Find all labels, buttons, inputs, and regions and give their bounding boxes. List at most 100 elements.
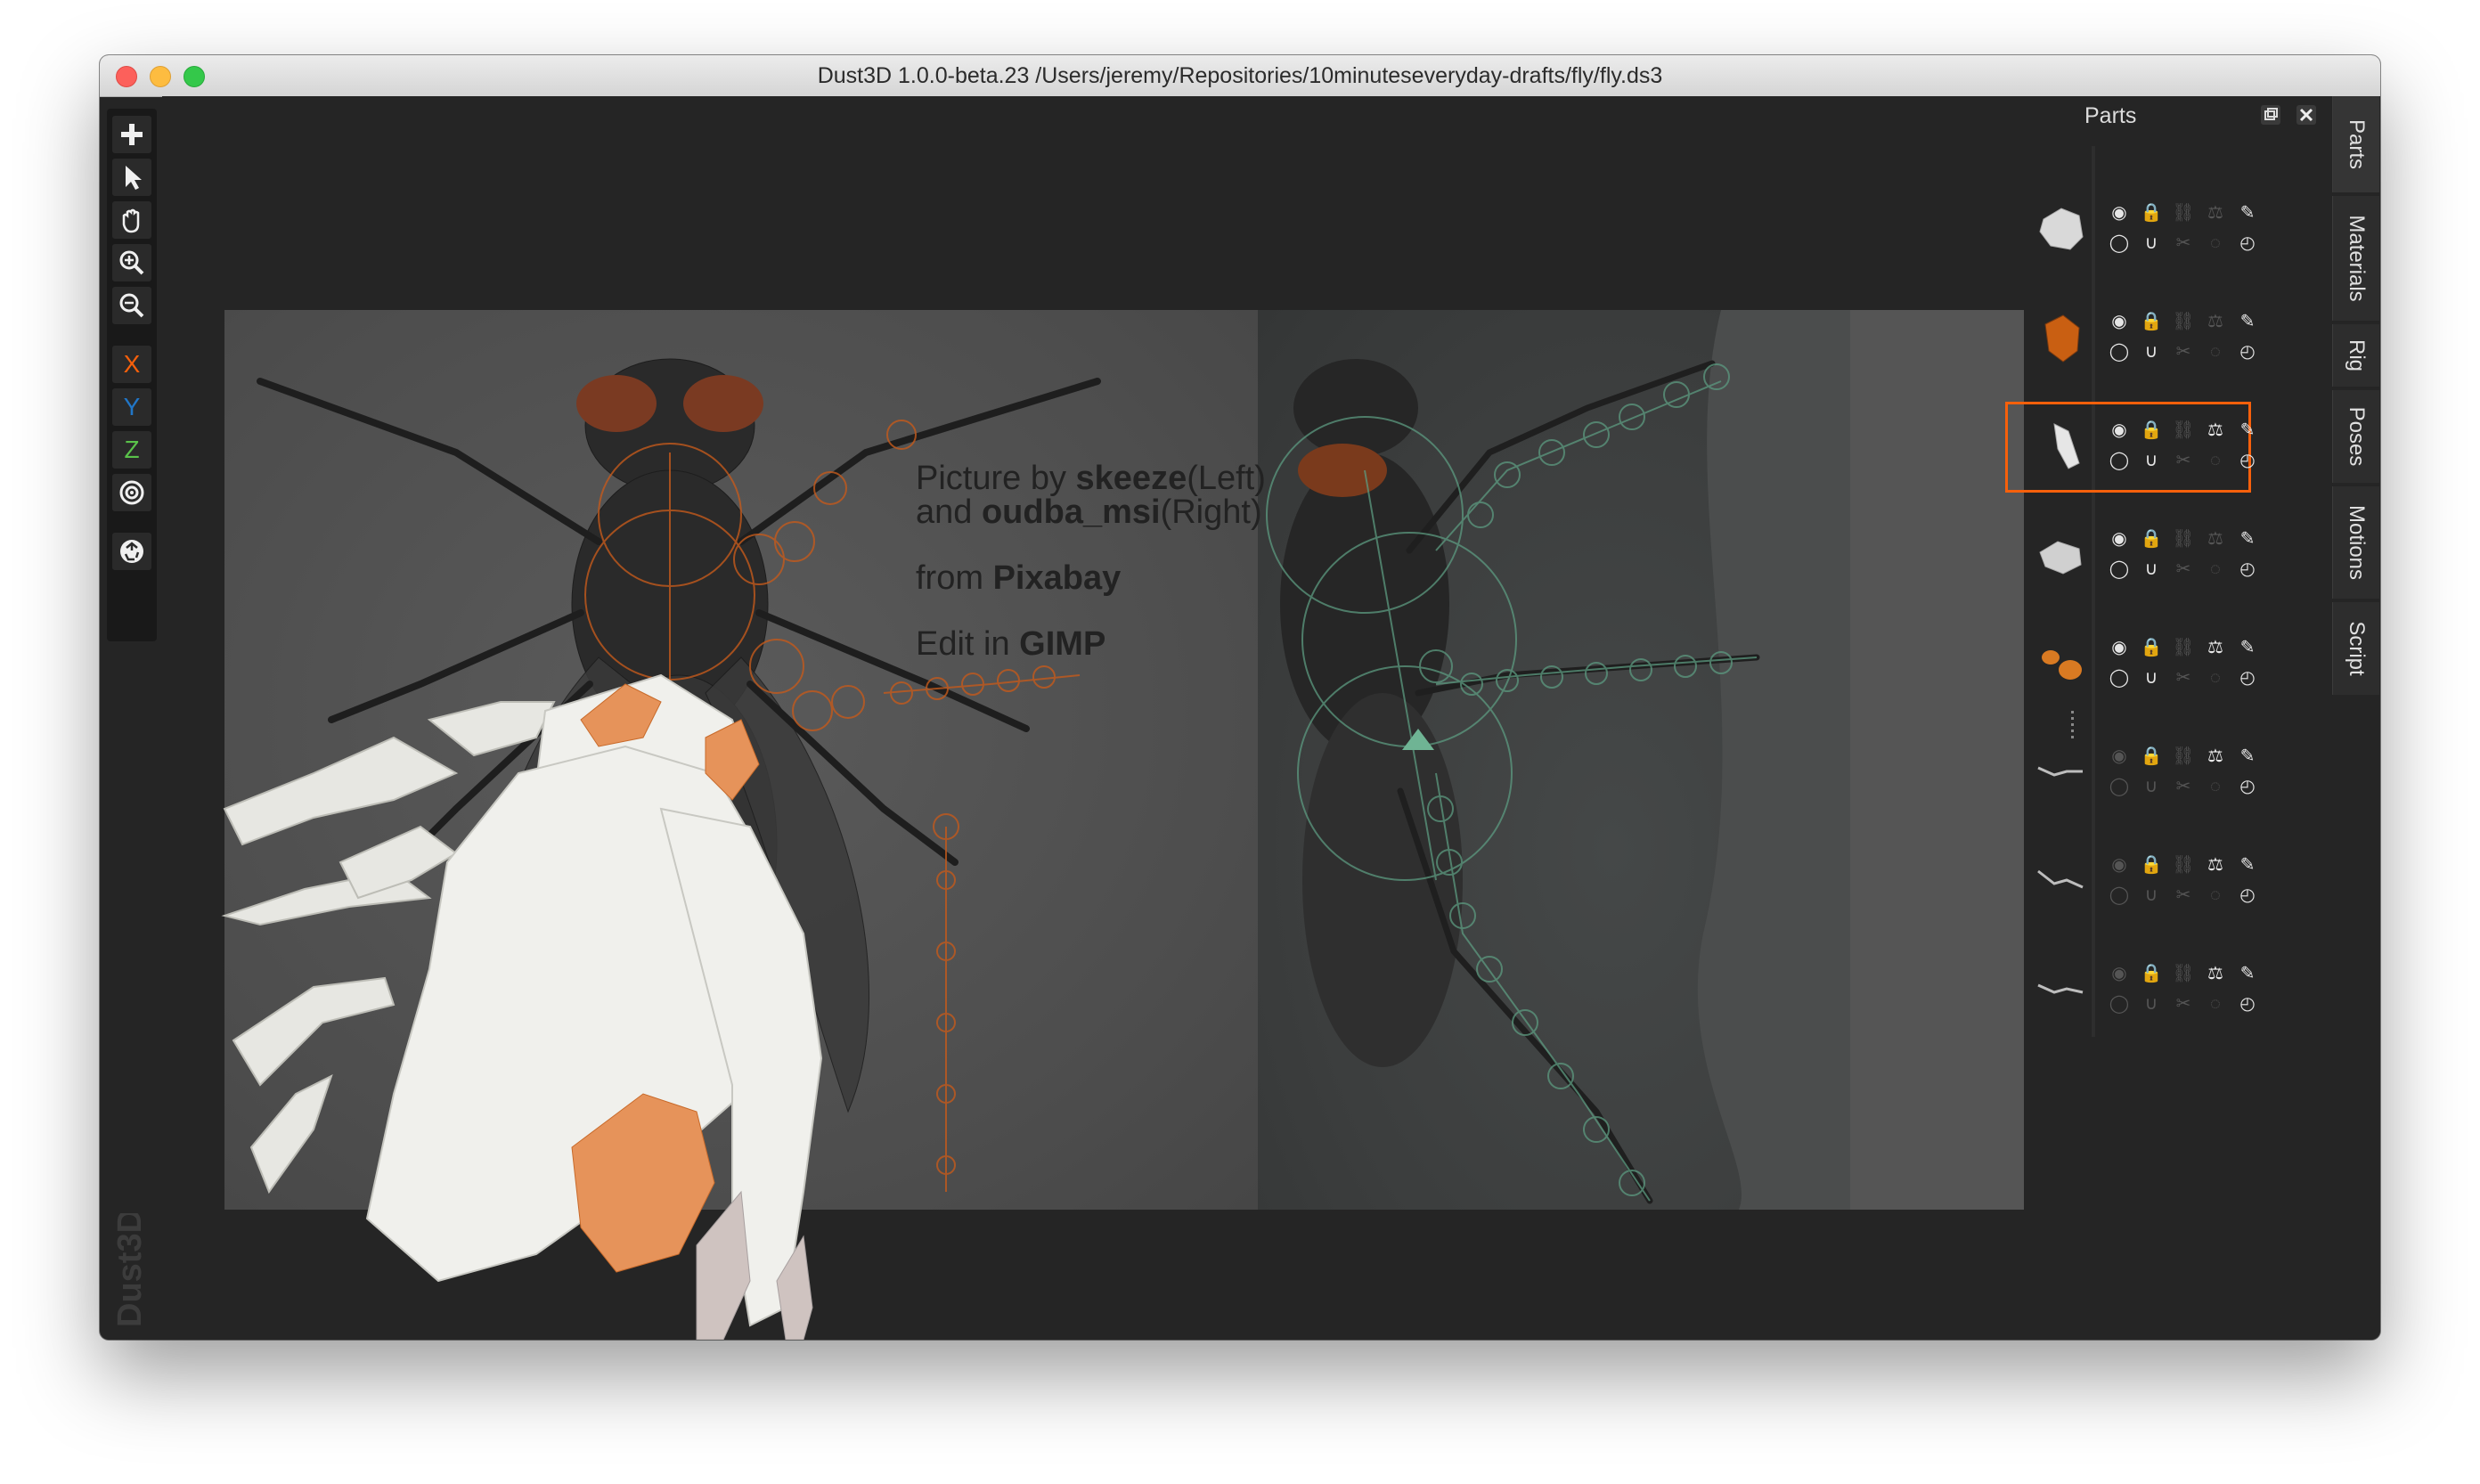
subdivide-icon[interactable]: ◯ [2108,558,2131,581]
tab-parts[interactable]: Parts [2332,96,2379,192]
link-icon[interactable]: ⛓ [2172,201,2195,224]
balance-icon[interactable]: ⚖ [2204,419,2227,442]
rounded-icon[interactable]: ◌ [2204,666,2227,689]
chamfer-icon[interactable]: ◴ [2236,666,2259,689]
scissors-icon[interactable]: ✂ [2172,992,2195,1015]
subdivide-icon[interactable]: ◯ [2108,449,2131,472]
balance-icon[interactable]: ⚖ [2204,962,2227,985]
scissors-icon[interactable]: ✂ [2172,449,2195,472]
radial-mode-button[interactable] [112,474,151,511]
lock-icon[interactable]: 🔒 [2140,310,2163,333]
tab-motions[interactable]: Motions [2332,486,2379,599]
lock-icon[interactable]: 🔒 [2140,636,2163,659]
chamfer-icon[interactable]: ◴ [2236,884,2259,907]
rounded-icon[interactable]: ◌ [2204,340,2227,363]
eye-icon[interactable]: ◉ [2108,201,2131,224]
tab-materials[interactable]: Materials [2332,196,2379,321]
scissors-icon[interactable]: ✂ [2172,232,2195,255]
part-row-leg-part-1[interactable]: ◉ 🔒 ⛓ ⚖ ✎ ◯ ∪ ✂ ◌ ◴ [2008,730,2256,816]
subdivide-icon[interactable]: ◯ [2108,232,2131,255]
subdivide-icon[interactable]: ◯ [2108,992,2131,1015]
color-picker-icon[interactable]: ✎ [2236,310,2259,333]
mirror-icon[interactable]: ∪ [2140,775,2163,798]
hand-tool-button[interactable] [112,201,151,239]
chamfer-icon[interactable]: ◴ [2236,992,2259,1015]
subdivide-icon[interactable]: ◯ [2108,884,2131,907]
lock-icon[interactable]: 🔒 [2140,527,2163,550]
link-icon[interactable]: ⛓ [2172,310,2195,333]
eye-icon[interactable]: ◉ [2108,636,2131,659]
part-row-eye-part[interactable]: ◉ 🔒 ⛓ ⚖ ✎ ◯ ∪ ✂ ◌ ◴ [2008,622,2256,707]
link-icon[interactable]: ⛓ [2172,962,2195,985]
mirror-icon[interactable]: ∪ [2140,340,2163,363]
balance-icon[interactable]: ⚖ [2204,636,2227,659]
eye-icon[interactable]: ◉ [2108,745,2131,768]
tab-script[interactable]: Script [2332,602,2379,695]
mirror-icon[interactable]: ∪ [2140,666,2163,689]
lock-icon[interactable]: 🔒 [2140,853,2163,877]
rounded-icon[interactable]: ◌ [2204,232,2227,255]
scissors-icon[interactable]: ✂ [2172,340,2195,363]
model-canvas[interactable]: Picture by skeeze(Left) and oudba_msi(Ri… [162,96,2088,1340]
rounded-icon[interactable]: ◌ [2204,992,2227,1015]
scissors-icon[interactable]: ✂ [2172,884,2195,907]
balance-icon[interactable]: ⚖ [2204,310,2227,333]
eye-icon[interactable]: ◉ [2108,962,2131,985]
color-picker-icon[interactable]: ✎ [2236,745,2259,768]
part-row-leg-part-3[interactable]: ◉ 🔒 ⛓ ⚖ ✎ ◯ ∪ ✂ ◌ ◴ [2008,948,2256,1033]
zoom-in-button[interactable] [112,244,151,281]
part-row-body-part[interactable]: ◉ 🔒 ⛓ ⚖ ✎ ◯ ∪ ✂ ◌ ◴ [2008,187,2256,273]
color-picker-icon[interactable]: ✎ [2236,962,2259,985]
zoom-out-button[interactable] [112,287,151,324]
eye-icon[interactable]: ◉ [2108,419,2131,442]
scissors-icon[interactable]: ✂ [2172,558,2195,581]
y-axis-lock-button[interactable]: Y [112,388,151,426]
lock-icon[interactable]: 🔒 [2140,962,2163,985]
link-icon[interactable]: ⛓ [2172,419,2195,442]
mirror-icon[interactable]: ∪ [2140,449,2163,472]
chamfer-icon[interactable]: ◴ [2236,558,2259,581]
color-picker-icon[interactable]: ✎ [2236,636,2259,659]
z-axis-lock-button[interactable]: Z [112,431,151,469]
eye-icon[interactable]: ◉ [2108,310,2131,333]
model-preview[interactable] [162,96,2088,1340]
part-row-leg-part-2[interactable]: ◉ 🔒 ⛓ ⚖ ✎ ◯ ∪ ✂ ◌ ◴ [2008,839,2256,925]
link-icon[interactable]: ⛓ [2172,745,2195,768]
mirror-icon[interactable]: ∪ [2140,884,2163,907]
title-bar[interactable]: Dust3D 1.0.0-beta.23 /Users/jeremy/Repos… [100,55,2380,97]
color-picker-icon[interactable]: ✎ [2236,201,2259,224]
eye-icon[interactable]: ◉ [2108,527,2131,550]
lock-icon[interactable]: 🔒 [2140,419,2163,442]
part-row-thorax-part[interactable]: ◉ 🔒 ⛓ ⚖ ✎ ◯ ∪ ✂ ◌ ◴ [2008,513,2256,599]
color-picker-icon[interactable]: ✎ [2236,853,2259,877]
color-picker-icon[interactable]: ✎ [2236,527,2259,550]
chamfer-icon[interactable]: ◴ [2236,775,2259,798]
subdivide-icon[interactable]: ◯ [2108,340,2131,363]
chamfer-icon[interactable]: ◴ [2236,340,2259,363]
rounded-icon[interactable]: ◌ [2204,775,2227,798]
rounded-icon[interactable]: ◌ [2204,558,2227,581]
balance-icon[interactable]: ⚖ [2204,853,2227,877]
tab-rig[interactable]: Rig [2332,324,2379,387]
lock-icon[interactable]: 🔒 [2140,745,2163,768]
regenerate-button[interactable] [112,533,151,570]
rounded-icon[interactable]: ◌ [2204,884,2227,907]
link-icon[interactable]: ⛓ [2172,527,2195,550]
chamfer-icon[interactable]: ◴ [2236,449,2259,472]
mirror-icon[interactable]: ∪ [2140,992,2163,1015]
subdivide-icon[interactable]: ◯ [2108,666,2131,689]
color-picker-icon[interactable]: ✎ [2236,419,2259,442]
tab-poses[interactable]: Poses [2332,390,2379,483]
float-panel-button[interactable] [2261,105,2280,125]
x-axis-lock-button[interactable]: X [112,346,151,383]
balance-icon[interactable]: ⚖ [2204,745,2227,768]
close-panel-button[interactable] [2296,105,2316,125]
lock-icon[interactable]: 🔒 [2140,201,2163,224]
part-row-head-part[interactable]: ◉ 🔒 ⛓ ⚖ ✎ ◯ ∪ ✂ ◌ ◴ [2008,296,2256,381]
scissors-icon[interactable]: ✂ [2172,666,2195,689]
scissors-icon[interactable]: ✂ [2172,775,2195,798]
rounded-icon[interactable]: ◌ [2204,449,2227,472]
chamfer-icon[interactable]: ◴ [2236,232,2259,255]
mirror-icon[interactable]: ∪ [2140,558,2163,581]
balance-icon[interactable]: ⚖ [2204,527,2227,550]
